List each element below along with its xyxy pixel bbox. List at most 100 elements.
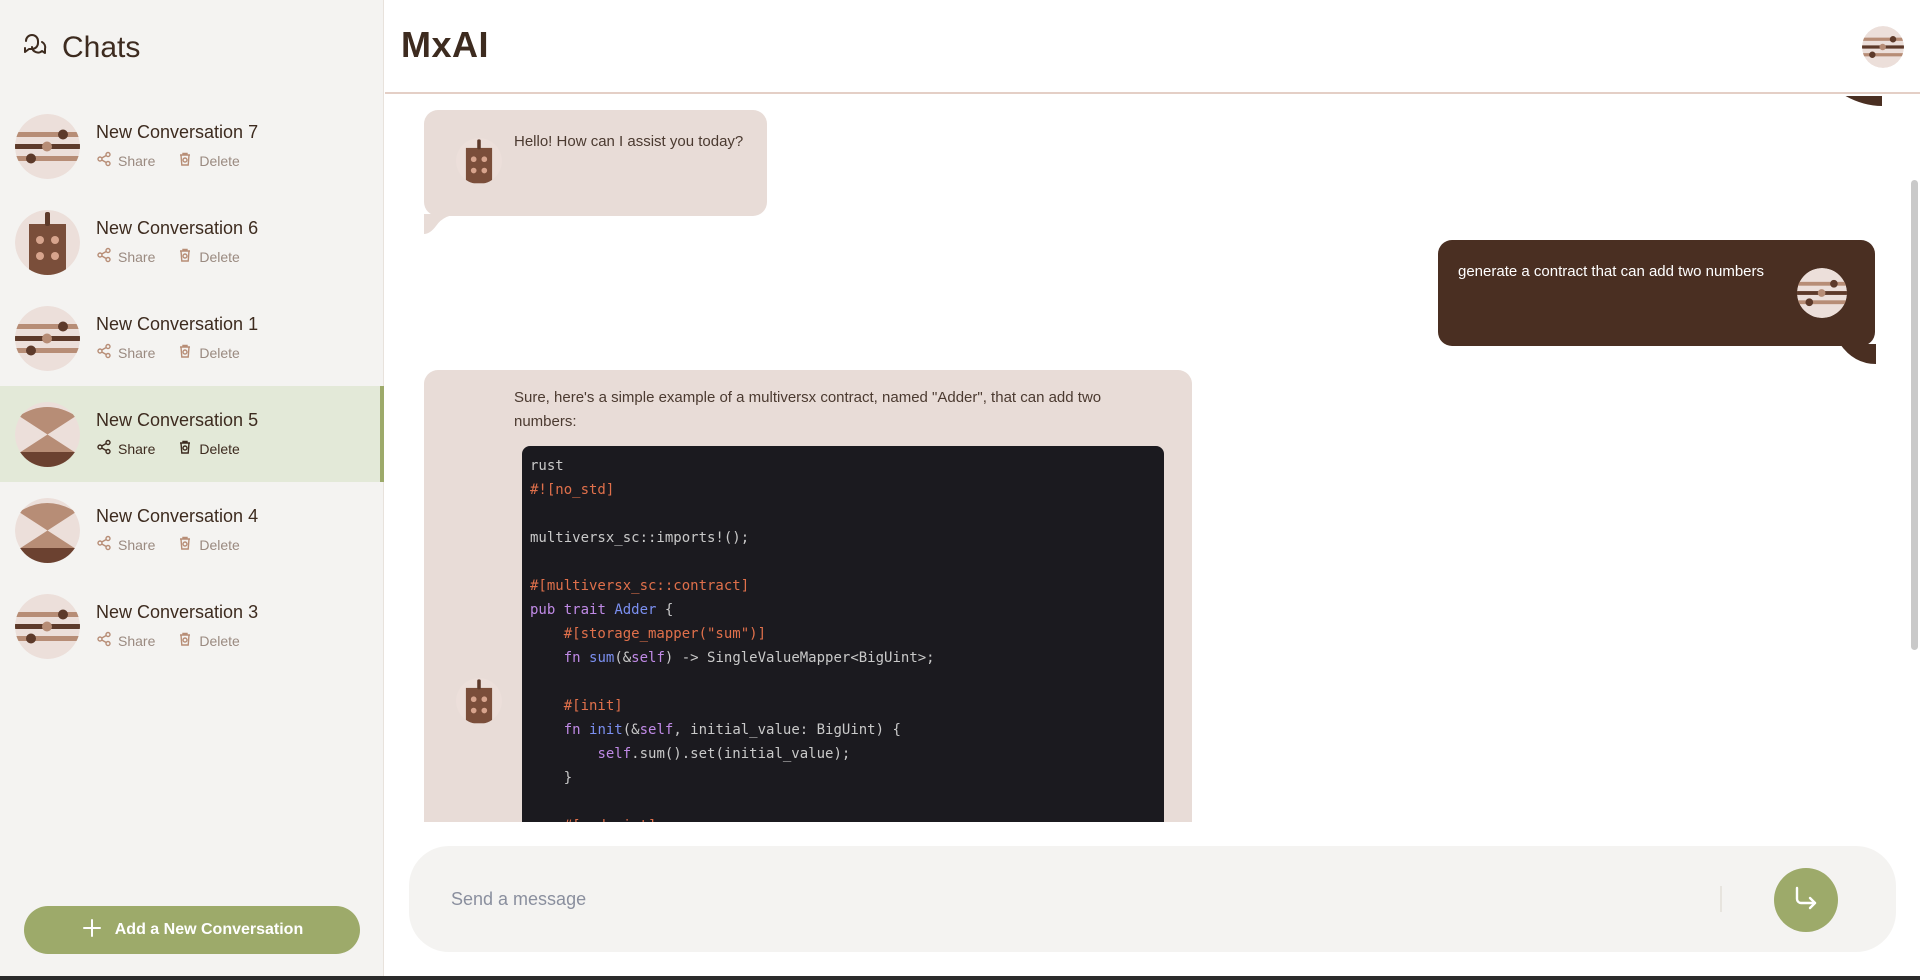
conversation-name: New Conversation 3: [96, 602, 259, 622]
code-line: pub trait Adder {: [530, 602, 674, 618]
conversation-actions: Share Delete: [96, 247, 258, 266]
plus-icon: [81, 917, 103, 944]
code-line: #![no_std]: [530, 482, 615, 498]
share-icon: [96, 343, 112, 362]
delete-label: Delete: [199, 632, 240, 649]
conversation-actions: Share Delete: [96, 535, 258, 554]
delete-icon: [177, 151, 193, 170]
share-label: Share: [118, 152, 156, 169]
delete-button[interactable]: Delete: [177, 631, 240, 650]
code-line: #[storage_mapper("sum")]: [530, 626, 767, 642]
chats-icon: [18, 31, 48, 66]
conversation-actions: Share Delete: [96, 151, 258, 170]
code-line: #[endpoint]: [530, 814, 1156, 822]
delete-label: Delete: [199, 344, 240, 361]
code-line: fn sum(&self) -> SingleValueMapper<BigUi…: [563, 650, 935, 666]
chat-area[interactable]: Hello! How can I assist you today? gener…: [385, 96, 1920, 822]
bubble-tail: [1845, 96, 1882, 106]
conversation-avatar: [15, 113, 80, 179]
ai-reply-text: Sure, here's a simple example of a multi…: [514, 389, 1102, 430]
delete-button[interactable]: Delete: [177, 343, 240, 362]
conversation-text: New Conversation 3 Share Delete: [96, 602, 258, 650]
conversation-item[interactable]: New Conversation 1 Share Delete: [0, 290, 384, 386]
conversation-name: New Conversation 1: [96, 314, 259, 334]
share-button[interactable]: Share: [96, 439, 155, 458]
delete-label: Delete: [199, 440, 240, 457]
share-label: Share: [118, 440, 156, 457]
delete-button[interactable]: Delete: [177, 439, 240, 458]
share-icon: [96, 151, 112, 170]
share-button[interactable]: Share: [96, 151, 155, 170]
share-icon: [96, 439, 112, 458]
conversation-actions: Share Delete: [96, 343, 258, 362]
bubble-tail: [1840, 344, 1876, 364]
share-button[interactable]: Share: [96, 535, 155, 554]
share-button[interactable]: Share: [96, 343, 155, 362]
delete-button[interactable]: Delete: [177, 151, 240, 170]
share-icon: [96, 535, 112, 554]
message-composer: [409, 846, 1896, 952]
ai-message-greeting: Hello! How can I assist you today?: [424, 110, 767, 216]
conversation-avatar: [15, 593, 80, 659]
conversation-avatar: [15, 401, 80, 467]
conversation-item[interactable]: New Conversation 4 Share Delete: [0, 482, 384, 578]
conversation-name: New Conversation 7: [96, 122, 259, 142]
user-message: generate a contract that can add two num…: [1438, 240, 1875, 346]
add-conversation-button[interactable]: Add a New Conversation: [24, 906, 360, 954]
conversation-name: New Conversation 6: [96, 218, 259, 238]
share-icon: [96, 631, 112, 650]
share-button[interactable]: Share: [96, 247, 155, 266]
user-avatar[interactable]: [1862, 26, 1904, 68]
conversation-name: New Conversation 4: [96, 506, 259, 526]
conversation-text: New Conversation 4 Share Delete: [96, 506, 258, 554]
code-line: #[init]: [530, 698, 623, 714]
conversation-text: New Conversation 7 Share Delete: [96, 122, 258, 170]
code-block[interactable]: rust#![no_std] multiversx_sc::imports!()…: [522, 446, 1164, 822]
ai-message-text: Hello! How can I assist you today?: [514, 133, 744, 150]
ai-message-code-reply: Sure, here's a simple example of a multi…: [424, 370, 1192, 822]
delete-icon: [177, 439, 193, 458]
window-bottom-edge: [0, 976, 1920, 980]
user-message-avatar: [1797, 268, 1847, 318]
delete-button[interactable]: Delete: [177, 247, 240, 266]
conversation-item[interactable]: New Conversation 7 Share Delete: [0, 98, 384, 194]
conversation-text: New Conversation 5 Share Delete: [96, 410, 258, 458]
user-message-text: generate a contract that can add two num…: [1458, 263, 1765, 280]
chat-scrollbar[interactable]: [1911, 180, 1918, 650]
conversation-text: New Conversation 6 Share Delete: [96, 218, 258, 266]
composer-divider: [1720, 886, 1722, 912]
sidebar-header: Chats: [18, 28, 140, 68]
code-line: fn init(&self, initial_value: BigUint) {: [563, 722, 901, 738]
brand-title: MxAI: [401, 24, 490, 65]
code-line: #[multiversx_sc::contract]: [530, 578, 750, 594]
code-line: self.sum().set(initial_value);: [597, 746, 851, 762]
share-icon: [96, 247, 112, 266]
delete-icon: [177, 631, 193, 650]
delete-label: Delete: [199, 536, 240, 553]
share-button[interactable]: Share: [96, 631, 155, 650]
delete-button[interactable]: Delete: [177, 535, 240, 554]
conversation-item[interactable]: New Conversation 6 Share Delete: [0, 194, 384, 290]
send-arrow-icon: [1791, 883, 1821, 918]
message-input[interactable]: [451, 882, 1701, 916]
conversation-name: New Conversation 5: [96, 410, 259, 430]
conversation-item[interactable]: New Conversation 3 Share Delete: [0, 578, 384, 674]
conversation-avatar: [15, 209, 80, 275]
bot-avatar: [456, 678, 502, 724]
delete-icon: [177, 247, 193, 266]
code-line: }: [530, 770, 573, 786]
conversation-avatar: [15, 497, 80, 563]
conversation-actions: Share Delete: [96, 631, 258, 650]
send-button[interactable]: [1774, 868, 1838, 932]
sidebar: Chats New Conversation 7 Share Delete New C…: [0, 0, 384, 980]
app-window: Chats New Conversation 7 Share Delete New C…: [0, 0, 1920, 980]
code-line: multiversx_sc::imports!();: [530, 530, 750, 546]
sidebar-title: Chats: [62, 31, 141, 64]
conversation-item[interactable]: New Conversation 5 Share Delete: [0, 386, 384, 482]
code-line: rust: [530, 458, 564, 474]
share-label: Share: [118, 344, 156, 361]
top-bar: MxAI: [385, 0, 1920, 94]
